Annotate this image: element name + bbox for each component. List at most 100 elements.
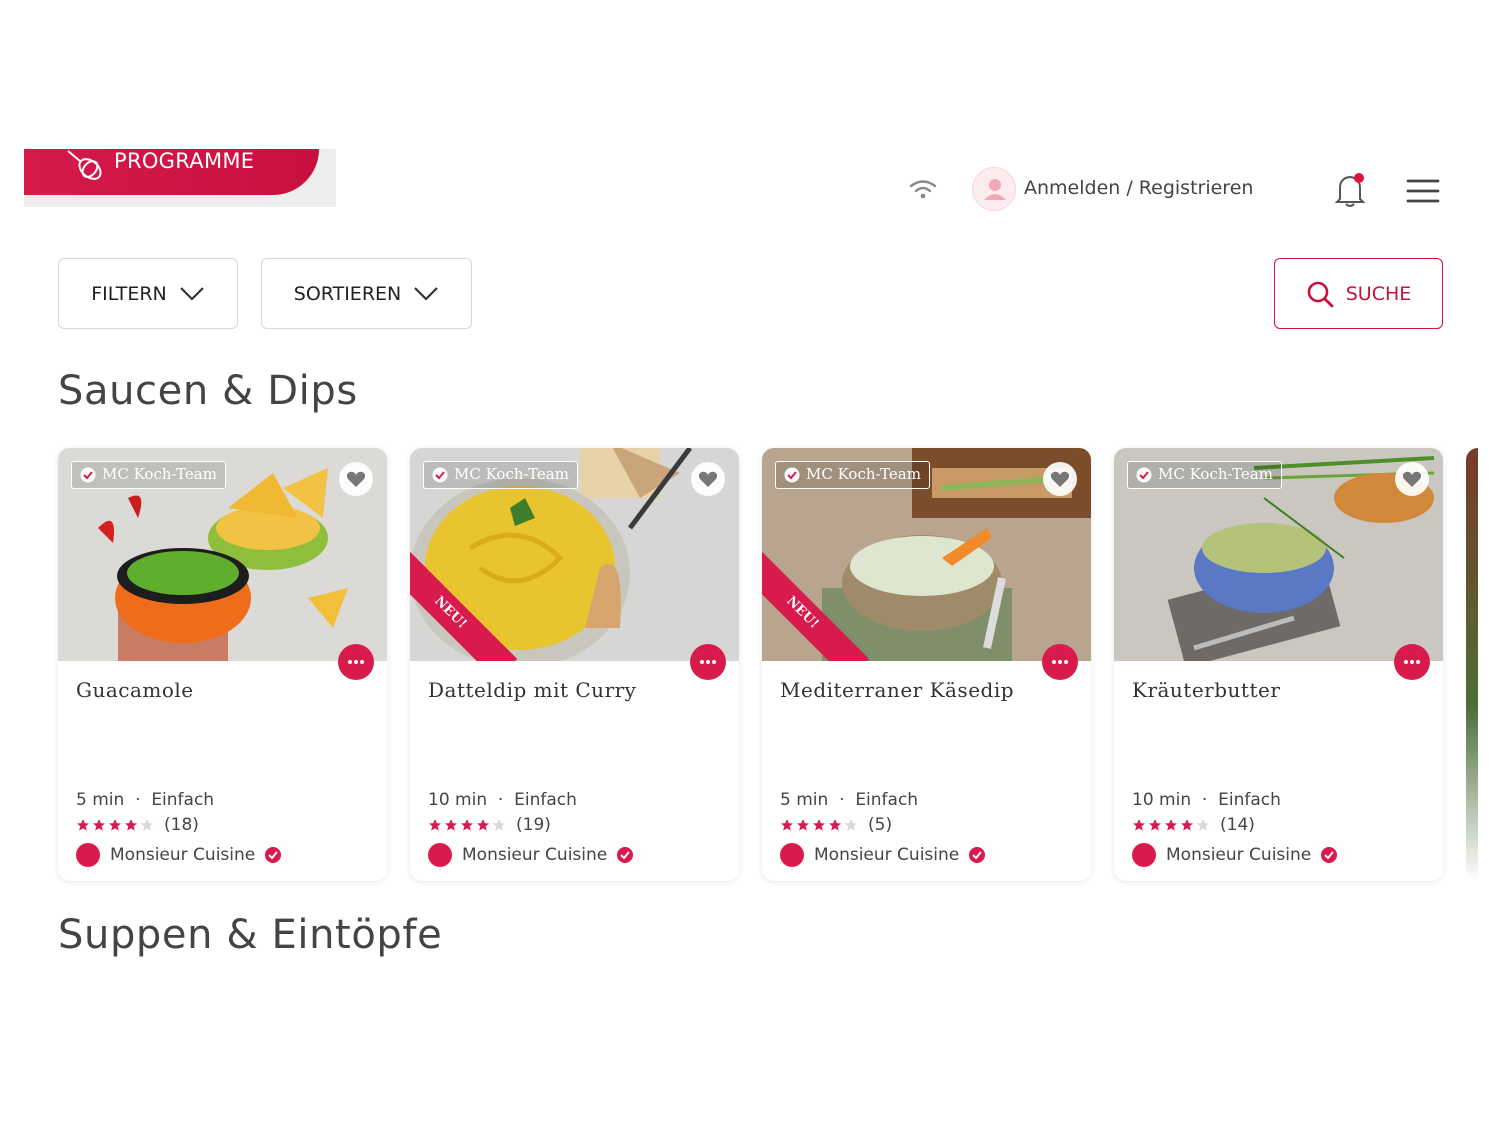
- recipe-title[interactable]: Guacamole: [76, 678, 194, 702]
- star-filled-icon: [125, 819, 137, 831]
- heart-icon: [1402, 471, 1422, 487]
- filter-label: FILTERN: [91, 282, 167, 305]
- author-logo: [1132, 843, 1156, 867]
- recipe-title[interactable]: Datteldip mit Curry: [428, 678, 636, 702]
- star-filled-icon: [109, 819, 121, 831]
- star-filled-icon: [813, 819, 825, 831]
- sort-label: SORTIEREN: [293, 282, 402, 305]
- star-filled-icon: [781, 819, 793, 831]
- star-filled-icon: [445, 819, 457, 831]
- ellipsis-icon: [700, 660, 716, 664]
- author[interactable]: Monsieur Cuisine: [428, 843, 634, 867]
- author-logo: [428, 843, 452, 867]
- star-filled-icon: [1133, 819, 1145, 831]
- whisk-icon: [67, 150, 102, 180]
- heart-icon: [698, 471, 718, 487]
- star-empty-icon: [493, 819, 505, 831]
- team-badge: MC Koch-Team: [423, 461, 578, 489]
- verified-icon: [80, 467, 96, 483]
- avatar[interactable]: [972, 167, 1016, 211]
- rating-stars: [1132, 818, 1210, 832]
- chevron-down-icon: [414, 286, 439, 301]
- rating-count: (18): [164, 815, 199, 835]
- search-label: SUCHE: [1345, 282, 1412, 305]
- programme-label: PROGRAMME: [114, 149, 255, 173]
- recipe-title[interactable]: Kräuterbutter: [1132, 678, 1280, 702]
- ellipsis-icon: [1052, 660, 1068, 664]
- more-options-button[interactable]: [1042, 644, 1078, 680]
- author[interactable]: Monsieur Cuisine: [76, 843, 282, 867]
- recipe-image[interactable]: MC Koch-Team: [58, 448, 387, 661]
- user-icon: [984, 179, 1006, 200]
- star-filled-icon: [829, 819, 841, 831]
- verified-icon: [1136, 467, 1152, 483]
- ellipsis-icon: [1404, 660, 1420, 664]
- verified-icon: [617, 847, 634, 863]
- more-options-button[interactable]: [690, 644, 726, 680]
- author[interactable]: Monsieur Cuisine: [1132, 843, 1338, 867]
- rating: (18): [76, 815, 199, 835]
- rating: (19): [428, 815, 551, 835]
- recipe-card[interactable]: MC Koch-Team Kräuterbutter 10 min · Einf…: [1114, 448, 1443, 881]
- star-empty-icon: [845, 819, 857, 831]
- wifi-icon: [909, 180, 937, 199]
- star-filled-icon: [1165, 819, 1177, 831]
- star-filled-icon: [93, 819, 105, 831]
- filter-button[interactable]: FILTERN: [58, 258, 238, 329]
- favorite-button[interactable]: [1395, 462, 1429, 496]
- rating-stars: [428, 818, 506, 832]
- recipe-title[interactable]: Mediterraner Käsedip: [780, 678, 1014, 702]
- favorite-button[interactable]: [691, 462, 725, 496]
- section-title-suppen-eintoepfe: Suppen & Eintöpfe: [58, 912, 443, 958]
- recipe-card[interactable]: MC Koch-Team Guacamole 5 min · Einfach (…: [58, 448, 387, 881]
- heart-icon: [346, 471, 366, 487]
- ellipsis-icon: [348, 660, 364, 664]
- star-empty-icon: [1197, 819, 1209, 831]
- search-button[interactable]: SUCHE: [1274, 258, 1443, 329]
- login-register-link[interactable]: Anmelden / Registrieren: [1024, 177, 1253, 199]
- team-badge: MC Koch-Team: [1127, 461, 1282, 489]
- recipe-meta: 5 min · Einfach: [76, 790, 215, 810]
- rating-stars: [76, 818, 154, 832]
- star-filled-icon: [429, 819, 441, 831]
- more-options-button[interactable]: [338, 644, 374, 680]
- star-empty-icon: [141, 819, 153, 831]
- more-options-button[interactable]: [1394, 644, 1430, 680]
- hamburger-menu-icon[interactable]: [1406, 178, 1440, 204]
- recipe-image[interactable]: MC Koch-Team: [1114, 448, 1443, 661]
- rating-count: (14): [1220, 815, 1255, 835]
- heart-icon: [1050, 471, 1070, 487]
- star-filled-icon: [461, 819, 473, 831]
- star-filled-icon: [797, 819, 809, 831]
- programme-tab[interactable]: PROGRAMME: [24, 149, 319, 195]
- programme-banner[interactable]: PROGRAMME: [24, 149, 336, 207]
- next-recipe-card-peek[interactable]: [1466, 448, 1478, 881]
- recipe-card[interactable]: MC Koch-Team NEU! Datteldip mit Curry 10…: [410, 448, 739, 881]
- verified-icon: [784, 467, 800, 483]
- author[interactable]: Monsieur Cuisine: [780, 843, 986, 867]
- sort-button[interactable]: SORTIEREN: [261, 258, 472, 329]
- star-filled-icon: [1181, 819, 1193, 831]
- rating: (5): [780, 815, 892, 835]
- star-filled-icon: [1149, 819, 1161, 831]
- chevron-down-icon: [179, 286, 204, 301]
- recipe-meta: 10 min · Einfach: [1132, 790, 1281, 810]
- rating-count: (19): [516, 815, 551, 835]
- rating-count: (5): [868, 815, 893, 835]
- recipe-image[interactable]: MC Koch-Team NEU!: [410, 448, 739, 661]
- team-badge: MC Koch-Team: [71, 461, 226, 489]
- recipe-image[interactable]: MC Koch-Team NEU!: [762, 448, 1091, 661]
- star-filled-icon: [77, 819, 89, 831]
- author-logo: [76, 843, 100, 867]
- star-filled-icon: [477, 819, 489, 831]
- rating: (14): [1132, 815, 1255, 835]
- verified-icon: [432, 467, 448, 483]
- favorite-button[interactable]: [1043, 462, 1077, 496]
- bell-icon[interactable]: [1330, 170, 1370, 210]
- recipe-meta: 5 min · Einfach: [780, 790, 919, 810]
- team-badge: MC Koch-Team: [775, 461, 930, 489]
- search-icon: [1307, 281, 1334, 307]
- recipe-card[interactable]: MC Koch-Team NEU! Mediterraner Käsedip 5…: [762, 448, 1091, 881]
- verified-icon: [1321, 847, 1338, 863]
- favorite-button[interactable]: [339, 462, 373, 496]
